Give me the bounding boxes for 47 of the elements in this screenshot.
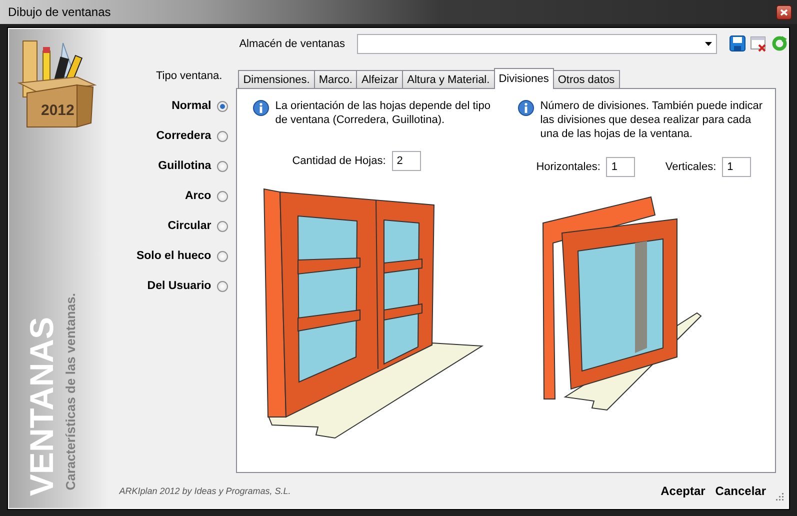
radio-button[interactable]	[217, 160, 228, 172]
field-label: Cantidad de Hojas:	[292, 155, 386, 168]
number-field[interactable]: 1	[722, 157, 752, 178]
credit-text: ARKIplan 2012 by Ideas y Programas, S.L.	[119, 486, 292, 496]
radio-label: Solo el hueco	[136, 250, 212, 262]
dialog-button[interactable]: Cancelar	[712, 484, 769, 498]
window-type-label: Tipo ventana.	[156, 70, 222, 82]
radio-button[interactable]	[217, 280, 228, 292]
radio-button[interactable]	[217, 220, 228, 232]
info-icon	[518, 100, 534, 116]
delete-icon[interactable]	[750, 35, 767, 52]
tab[interactable]: Otros datos	[552, 70, 620, 88]
tab[interactable]: Alfeizar	[356, 70, 404, 88]
sidebar-subtitle: Características de las ventanas.	[63, 292, 78, 490]
radio-label: Guillotina	[158, 160, 212, 172]
field-label: Horizontales:	[536, 161, 600, 174]
sidebar-title: VENTANAS	[23, 316, 61, 496]
dropdown-caret-icon	[705, 42, 712, 46]
radio-button[interactable]	[217, 190, 228, 202]
number-field[interactable]: 2	[392, 151, 421, 172]
radio-button[interactable]	[217, 130, 228, 142]
radio-button[interactable]	[217, 100, 228, 112]
radio-label: Corredera	[156, 130, 212, 142]
tab[interactable]: Altura y Material.	[402, 70, 495, 88]
info-text: La orientación de las hojas depende del tipo de ventana (Corredera, Guillotina).	[275, 99, 492, 128]
window-title: Dibujo de ventanas	[8, 5, 111, 19]
close-button[interactable]	[776, 4, 792, 20]
tab[interactable]: Dimensiones.	[238, 70, 315, 88]
number-field[interactable]: 1	[606, 157, 636, 178]
year-label: 2012	[41, 102, 74, 119]
dialog-button[interactable]: Aceptar	[658, 484, 708, 498]
radio-label: Arco	[185, 190, 212, 202]
resize-grip-icon	[775, 492, 784, 502]
info-text: Número de divisiones. También puede indicar las divisiones que desea realizar para cada una de las hojas de la ventana.	[540, 99, 764, 142]
close-icon	[780, 8, 788, 16]
field-label: Verticales:	[665, 161, 716, 174]
store-dropdown[interactable]	[357, 34, 717, 54]
radio-label: Circular	[168, 220, 212, 232]
tab[interactable]: Divisiones	[494, 68, 554, 90]
radio-button[interactable]	[217, 250, 228, 262]
store-label: Almacén de ventanas	[239, 38, 345, 50]
radio-label: Normal	[172, 100, 212, 112]
save-icon[interactable]	[729, 35, 746, 52]
tab[interactable]: Marco.	[314, 70, 358, 88]
info-icon	[253, 100, 270, 116]
refresh-icon[interactable]	[771, 35, 788, 52]
radio-label: Del Usuario	[147, 280, 212, 292]
